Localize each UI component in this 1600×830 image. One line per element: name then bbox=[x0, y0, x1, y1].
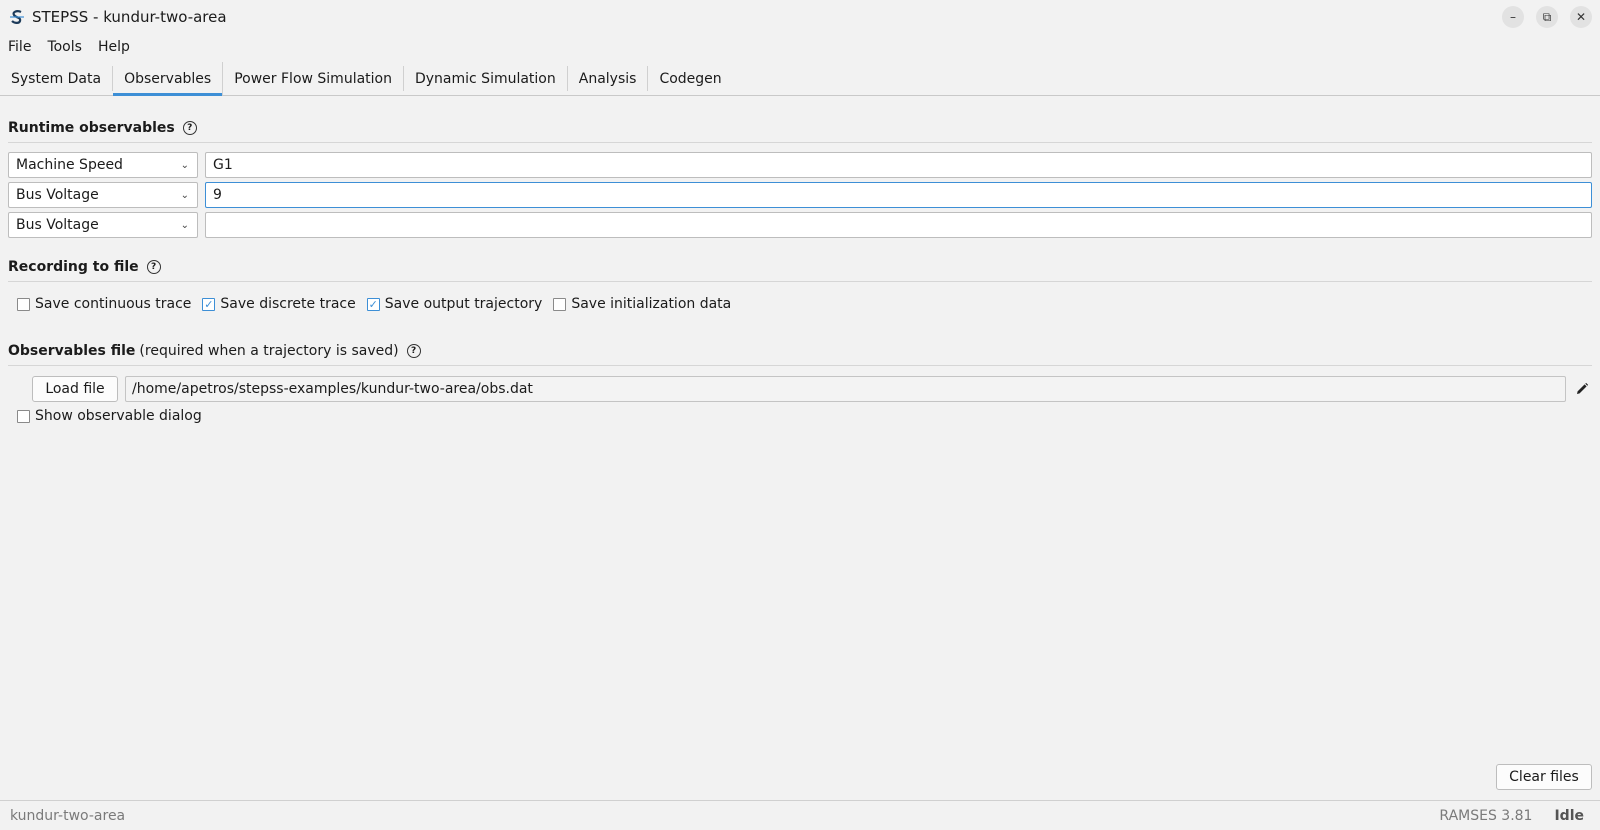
help-icon[interactable]: ? bbox=[182, 120, 197, 135]
menu-help[interactable]: Help bbox=[90, 39, 138, 55]
menu-bar: File Tools Help bbox=[0, 34, 138, 60]
minimize-icon[interactable]: – bbox=[1502, 6, 1524, 28]
menu-tools[interactable]: Tools bbox=[39, 39, 90, 55]
tab-observables[interactable]: Observables bbox=[113, 62, 224, 96]
checkbox-box[interactable] bbox=[553, 297, 567, 311]
observable-row: Bus Voltage ⌄ bbox=[8, 212, 1592, 238]
observable-type-value: Bus Voltage bbox=[16, 187, 99, 203]
checkbox-box[interactable] bbox=[17, 409, 30, 423]
tab-codegen[interactable]: Codegen bbox=[648, 66, 732, 91]
status-version: RAMSES 3.81 bbox=[1439, 807, 1533, 824]
close-icon[interactable]: ✕ bbox=[1570, 6, 1592, 28]
load-file-button[interactable]: Load file bbox=[32, 376, 118, 402]
observables-file-row: Load file /home/apetros/stepss-examples/… bbox=[32, 376, 1592, 402]
status-project-name: kundur-two-area bbox=[10, 807, 126, 824]
chevron-down-icon: ⌄ bbox=[180, 219, 189, 231]
chevron-down-icon: ⌄ bbox=[180, 159, 189, 171]
observables-file-subtitle: (required when a trajectory is saved) bbox=[139, 342, 399, 359]
tab-system-data[interactable]: System Data bbox=[0, 66, 114, 91]
title-bar: STEPSS - kundur-two-area – ⧉ ✕ bbox=[0, 0, 1600, 34]
show-observable-dialog-checkbox[interactable]: Show observable dialog bbox=[17, 408, 202, 424]
chevron-down-icon: ⌄ bbox=[180, 189, 189, 201]
recording-title: Recording to file bbox=[8, 258, 139, 275]
pencil-icon[interactable] bbox=[1574, 381, 1590, 397]
observables-file-header: Observables file (required when a trajec… bbox=[8, 336, 1592, 366]
checkbox-box[interactable]: ✓ bbox=[366, 297, 380, 311]
observables-file-path: /home/apetros/stepss-examples/kundur-two… bbox=[125, 376, 1566, 402]
observable-row: Machine Speed ⌄ G1 bbox=[8, 152, 1592, 178]
help-icon[interactable]: ? bbox=[406, 343, 421, 358]
stepss-logo-icon bbox=[8, 8, 26, 26]
clear-files-button[interactable]: Clear files bbox=[1496, 764, 1592, 790]
runtime-observables-header: Runtime observables ? bbox=[8, 113, 1592, 143]
recording-header: Recording to file ? bbox=[8, 252, 1592, 282]
restore-icon[interactable]: ⧉ bbox=[1536, 6, 1558, 28]
save-continuous-trace-checkbox[interactable]: Save continuous trace bbox=[17, 296, 191, 312]
help-icon[interactable]: ? bbox=[146, 259, 161, 274]
save-discrete-trace-checkbox[interactable]: ✓ Save discrete trace bbox=[202, 296, 356, 312]
observable-row: Bus Voltage ⌄ 9 bbox=[8, 182, 1592, 208]
save-initialization-data-checkbox[interactable]: Save initialization data bbox=[553, 296, 731, 312]
observable-type-select[interactable]: Machine Speed ⌄ bbox=[8, 152, 198, 178]
observable-type-select[interactable]: Bus Voltage ⌄ bbox=[8, 212, 198, 238]
recording-options: Save continuous trace ✓ Save discrete tr… bbox=[17, 296, 742, 312]
tab-analysis[interactable]: Analysis bbox=[568, 66, 649, 91]
window-title: STEPSS - kundur-two-area bbox=[32, 8, 227, 26]
checkbox-box[interactable]: ✓ bbox=[202, 297, 216, 311]
observable-name-input[interactable] bbox=[205, 212, 1592, 238]
tab-bar: System Data Observables Power Flow Simul… bbox=[0, 62, 1600, 96]
save-output-trajectory-checkbox[interactable]: ✓ Save output trajectory bbox=[366, 296, 542, 312]
observable-type-select[interactable]: Bus Voltage ⌄ bbox=[8, 182, 198, 208]
checkbox-box[interactable] bbox=[17, 297, 30, 311]
observable-type-value: Bus Voltage bbox=[16, 217, 99, 233]
observable-type-value: Machine Speed bbox=[16, 157, 123, 173]
tab-power-flow-simulation[interactable]: Power Flow Simulation bbox=[223, 66, 404, 91]
menu-file[interactable]: File bbox=[0, 39, 39, 55]
status-state: Idle bbox=[1554, 807, 1584, 824]
observable-name-input[interactable]: G1 bbox=[205, 152, 1592, 178]
observable-name-input[interactable]: 9 bbox=[205, 182, 1592, 208]
observables-file-title: Observables file bbox=[8, 342, 136, 359]
status-bar: kundur-two-area RAMSES 3.81 Idle bbox=[0, 800, 1600, 830]
tab-dynamic-simulation[interactable]: Dynamic Simulation bbox=[404, 66, 568, 91]
runtime-observables-title: Runtime observables bbox=[8, 119, 175, 136]
